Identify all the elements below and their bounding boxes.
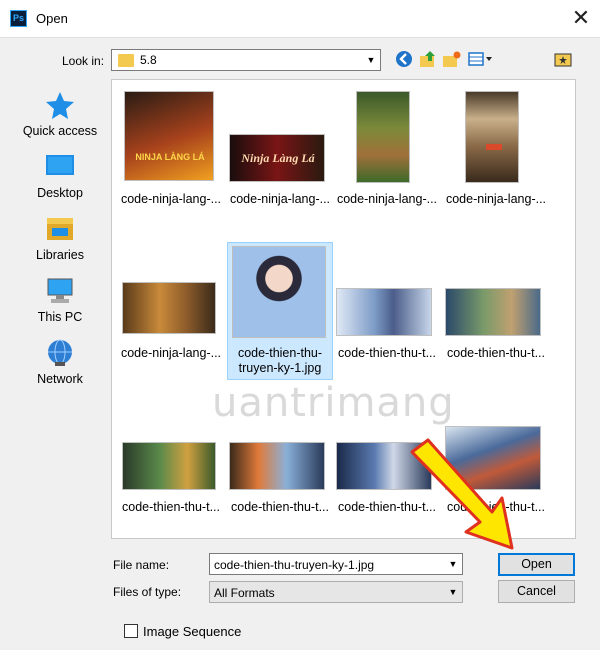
place-label: Libraries	[36, 248, 84, 262]
chevron-down-icon: ▼	[366, 55, 376, 65]
file-thumbnail	[336, 288, 432, 336]
network-icon	[44, 338, 76, 368]
file-thumbnail	[229, 442, 325, 490]
file-caption: code-thien-thu-t...	[338, 500, 436, 514]
file-caption: code-ninja-lang-...	[229, 192, 331, 206]
open-button[interactable]: Open	[498, 553, 575, 576]
desktop-icon	[44, 152, 76, 182]
file-caption: code-thien-thu-truyen-ky-1.jpg	[237, 346, 323, 375]
chevron-down-icon[interactable]: ▼	[444, 554, 462, 574]
up-folder-icon[interactable]	[418, 50, 438, 70]
file-type-value: All Formats	[214, 586, 275, 600]
place-label: Desktop	[37, 186, 83, 200]
watermark-text: uantrimang	[212, 380, 455, 426]
file-caption: code-thien-thu-t...	[338, 346, 436, 360]
folder-pin-icon[interactable]	[553, 50, 573, 70]
window-title: Open	[36, 11, 68, 26]
file-thumbnail	[445, 426, 541, 490]
place-label: This PC	[37, 310, 83, 324]
place-libraries[interactable]: Libraries	[15, 214, 105, 262]
file-thumbnail	[122, 442, 216, 490]
place-desktop[interactable]: Desktop	[15, 152, 105, 200]
file-caption: code-ninja-lang-...	[445, 192, 547, 206]
file-type-label: Files of type:	[113, 585, 182, 599]
file-thumbnail	[232, 246, 326, 338]
place-label: Network	[37, 372, 83, 386]
file-caption: code-thien-thu-t...	[447, 500, 545, 514]
file-name-field[interactable]: code-thien-thu-truyen-ky-1.jpg ▼	[209, 553, 463, 575]
file-thumbnail	[465, 91, 519, 183]
file-thumbnail	[445, 288, 541, 336]
place-quick-access[interactable]: Quick access	[15, 90, 105, 138]
file-caption: code-thien-thu-t...	[231, 500, 329, 514]
file-caption: code-ninja-lang-...	[120, 346, 222, 360]
file-caption: code-ninja-lang-...	[336, 192, 438, 206]
file-thumbnail	[356, 91, 410, 183]
place-label: Quick access	[22, 124, 98, 138]
look-in-dropdown[interactable]: 5.8 ▼	[111, 49, 381, 71]
place-this-pc[interactable]: This PC	[15, 276, 105, 324]
close-button[interactable]: ✕	[566, 4, 596, 32]
libraries-icon	[44, 214, 76, 244]
file-caption: code-ninja-lang-...	[120, 192, 222, 206]
new-folder-icon[interactable]	[442, 50, 462, 70]
star-icon	[44, 90, 76, 120]
look-in-value: 5.8	[140, 53, 157, 67]
file-name-label: File name:	[113, 558, 170, 572]
place-network[interactable]: Network	[15, 338, 105, 386]
photoshop-app-icon: Ps	[10, 10, 27, 27]
file-name-value: code-thien-thu-truyen-ky-1.jpg	[214, 558, 375, 572]
back-icon[interactable]	[394, 50, 414, 70]
cancel-button[interactable]: Cancel	[498, 580, 575, 603]
file-list-view[interactable]: NINJA LÀNG LÁ code-ninja-lang-... Ninja …	[111, 79, 576, 539]
file-caption: code-thien-thu-t...	[447, 346, 545, 360]
thumbnail-logo-text: NINJA LÀNG LÁ	[135, 152, 205, 162]
file-caption: code-thien-thu-t...	[122, 500, 220, 514]
file-thumbnail: NINJA LÀNG LÁ	[124, 91, 214, 181]
file-thumbnail	[336, 442, 432, 490]
title-bar: Ps Open ✕	[0, 0, 600, 38]
file-thumbnail: Ninja Làng Lá	[229, 134, 325, 182]
image-sequence-checkbox[interactable]	[124, 624, 138, 638]
file-type-dropdown[interactable]: All Formats ▼	[209, 581, 463, 603]
chevron-down-icon: ▼	[448, 587, 458, 597]
view-menu-icon[interactable]	[467, 50, 493, 70]
image-sequence-label: Image Sequence	[143, 624, 242, 639]
computer-icon	[44, 276, 76, 306]
look-in-label: Look in:	[62, 54, 105, 68]
places-bar: Quick access Desktop Libraries This PC N…	[15, 82, 105, 532]
folder-icon	[118, 54, 134, 67]
thumbnail-logo-text: Ninja Làng Lá	[241, 151, 315, 165]
file-thumbnail	[122, 282, 216, 334]
